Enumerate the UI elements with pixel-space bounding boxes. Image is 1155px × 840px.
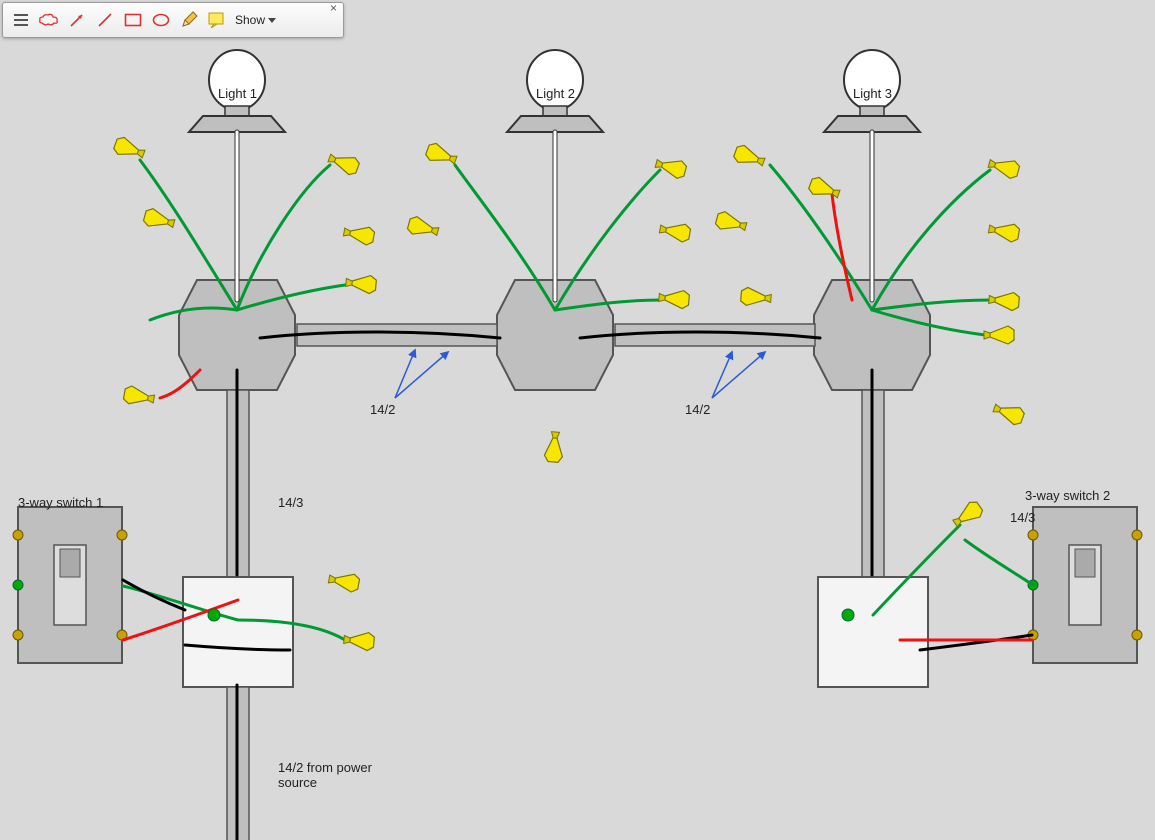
menu-button[interactable]: [8, 7, 34, 33]
cable-mid-1: 14/2: [370, 402, 395, 417]
line-tool-button[interactable]: [92, 7, 118, 33]
toolbar-close-button[interactable]: ×: [326, 2, 341, 14]
wiring-diagram: [0, 0, 1155, 840]
switch-1: [13, 507, 127, 663]
cable-feed: 14/2 from power source: [278, 760, 372, 790]
pencil-tool-button[interactable]: [176, 7, 202, 33]
gangbox-left: [183, 577, 293, 687]
light-2-label: Light 2: [536, 86, 575, 101]
gangbox-right: [818, 577, 928, 687]
cloud-tool-button[interactable]: [36, 7, 62, 33]
annotation-toolbar: Show ×: [2, 2, 344, 38]
switch-1-label: 3-way switch 1: [18, 495, 103, 510]
ellipse-tool-button[interactable]: [148, 7, 174, 33]
switch-2: [1028, 507, 1142, 663]
rectangle-tool-button[interactable]: [120, 7, 146, 33]
cable-right-drop: 14/3: [1010, 510, 1035, 525]
switch-2-label: 3-way switch 2: [1025, 488, 1110, 503]
light-3-label: Light 3: [853, 86, 892, 101]
arrow-tool-button[interactable]: [64, 7, 90, 33]
show-menu[interactable]: Show: [235, 13, 276, 27]
cable-mid-2: 14/2: [685, 402, 710, 417]
cable-left-drop: 14/3: [278, 495, 303, 510]
note-tool-button[interactable]: [204, 7, 230, 33]
light-1-label: Light 1: [218, 86, 257, 101]
